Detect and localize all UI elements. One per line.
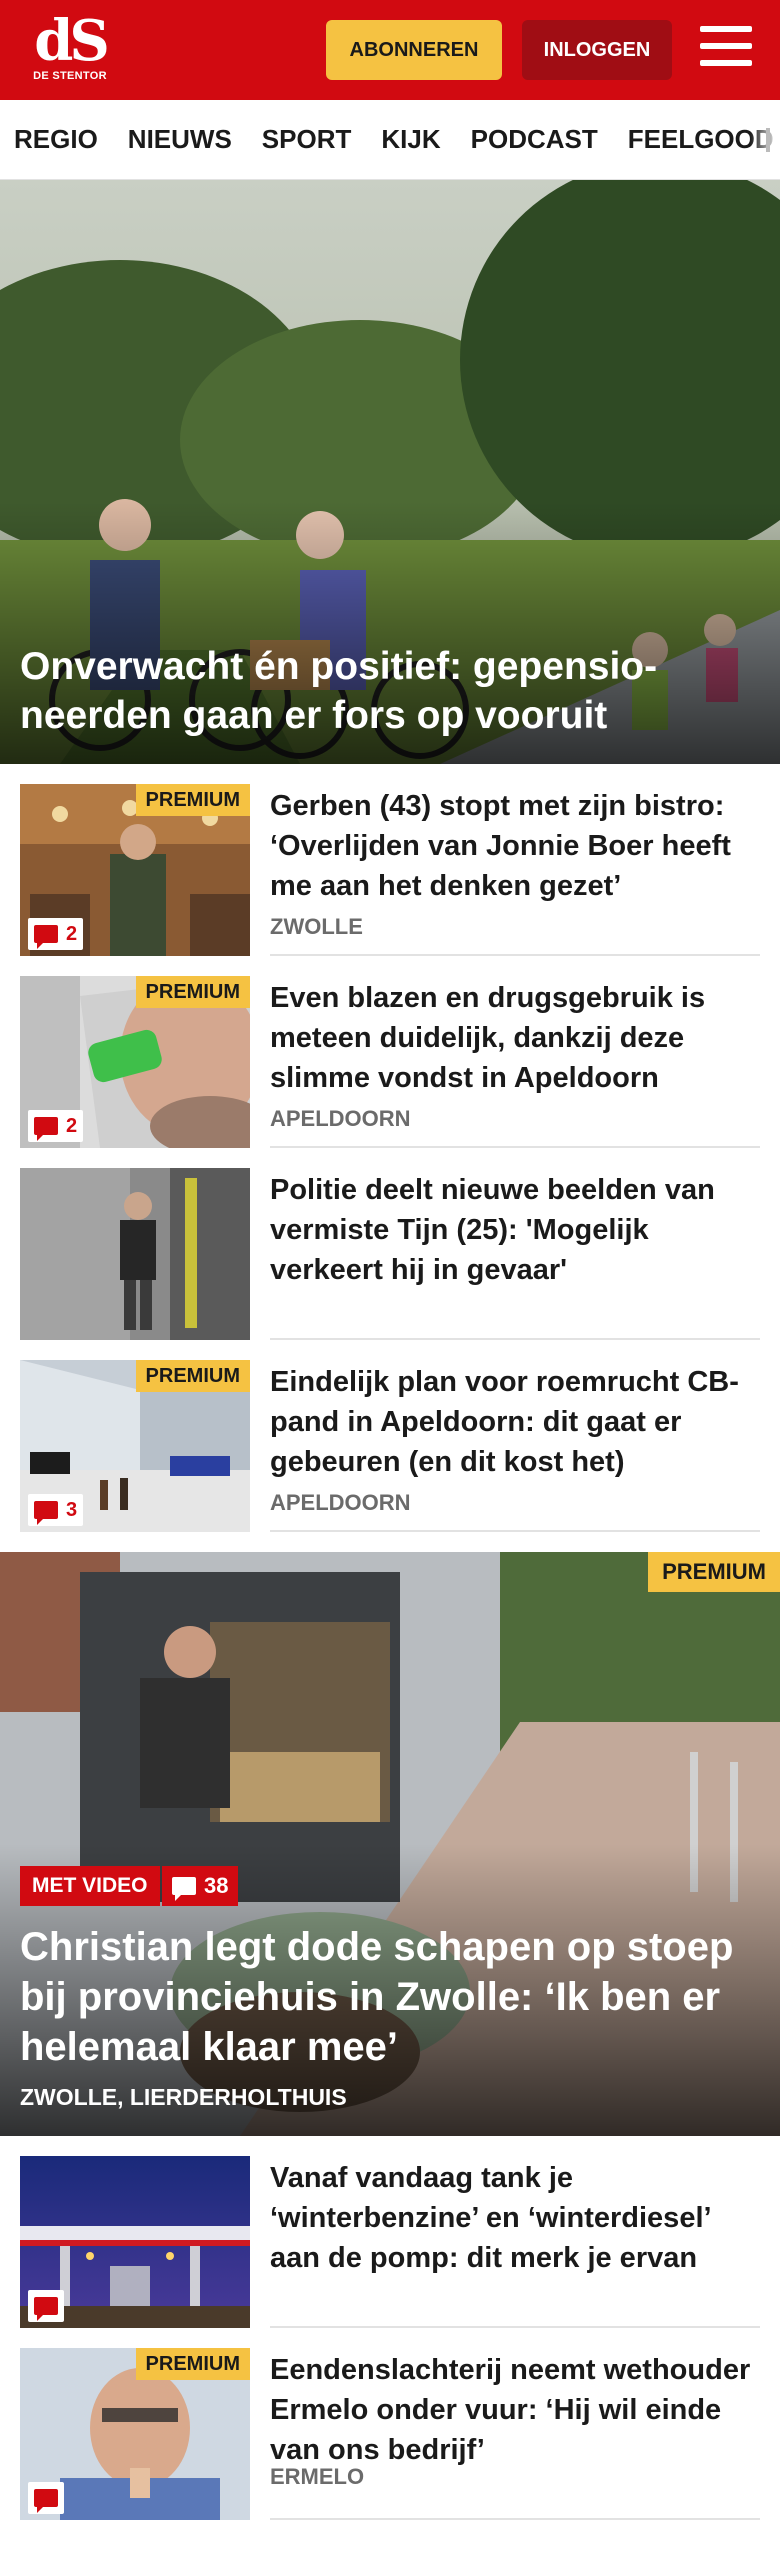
premium-badge: PREMIUM xyxy=(135,976,250,1008)
article-thumbnail: PREMIUM 2 xyxy=(20,784,250,956)
login-button[interactable]: INLOGGEN xyxy=(522,20,672,80)
feature-article[interactable]: PREMIUM MET VIDEO 38 Christian legt dode… xyxy=(0,1552,780,2136)
article-title[interactable]: Eindelijk plan voor roemrucht CB-pand in… xyxy=(270,1362,760,1482)
article-item[interactable]: Politie deelt nieuwe beelden van vermist… xyxy=(0,1148,780,1340)
comment-count-badge[interactable]: 2 xyxy=(28,1110,84,1142)
nav-item-kijk[interactable]: KIJK xyxy=(381,124,440,155)
comment-icon xyxy=(34,2489,58,2513)
comment-icon xyxy=(34,1501,58,1525)
article-location: ERMELO xyxy=(270,2464,365,2489)
article-item[interactable]: PREMIUM 2 Even blazen en drugsgebruik is… xyxy=(0,956,780,1148)
comment-count-badge[interactable]: 3 xyxy=(28,1494,84,1526)
premium-badge: PREMIUM xyxy=(135,1360,250,1392)
premium-badge: PREMIUM xyxy=(648,1552,780,1592)
comment-count-badge[interactable] xyxy=(28,2290,64,2322)
comment-icon xyxy=(34,925,58,949)
comment-icon xyxy=(34,1117,58,1141)
article-title[interactable]: Politie deelt nieuwe beelden van vermist… xyxy=(270,1170,760,1290)
comment-count: 38 xyxy=(204,1873,229,1898)
comment-icon xyxy=(34,2297,58,2321)
article-title[interactable]: Even blazen en drugsgebruik is meteen du… xyxy=(270,978,760,1098)
premium-badge: PREMIUM xyxy=(135,2348,250,2380)
site-logo[interactable]: dS DE STENTOR xyxy=(28,12,112,88)
video-badge: MET VIDEO xyxy=(20,1866,160,1906)
comment-icon xyxy=(172,1877,196,1901)
article-location: APELDOORN xyxy=(270,1490,411,1515)
article-thumbnail xyxy=(20,1168,250,1340)
article-location: APELDOORN xyxy=(270,1106,411,1131)
article-thumbnail xyxy=(20,2156,250,2328)
menu-icon[interactable] xyxy=(700,26,752,72)
article-image xyxy=(20,1168,250,1340)
feature-location: ZWOLLE, LIERDERHOLTHUIS xyxy=(20,2084,347,2110)
nav-overflow-indicator xyxy=(766,128,770,152)
nav-fade xyxy=(750,100,780,179)
article-item[interactable]: Vanaf vandaag tank je ‘winterbenzine’ en… xyxy=(0,2136,780,2328)
article-thumbnail: PREMIUM 3 xyxy=(20,1360,250,1532)
article-item[interactable]: PREMIUM 3 Eindelijk plan voor roemrucht … xyxy=(0,1340,780,1532)
comment-count-badge[interactable]: 2 xyxy=(28,918,84,950)
section-nav: REGIO NIEUWS SPORT KIJK PODCAST FEELGOOD xyxy=(0,100,780,180)
comment-count: 2 xyxy=(66,922,78,945)
article-item[interactable]: PREMIUM Eendenslachterij neemt wethouder… xyxy=(0,2328,780,2520)
article-title[interactable]: Gerben (43) stopt met zijn bistro: ‘Over… xyxy=(270,786,760,906)
nav-item-nieuws[interactable]: NIEUWS xyxy=(128,124,232,155)
premium-badge: PREMIUM xyxy=(135,784,250,816)
hero-article[interactable]: Onverwacht én positief: gepensio­neerden… xyxy=(0,180,780,764)
article-title[interactable]: Vanaf vandaag tank je ‘winterbenzine’ en… xyxy=(270,2158,760,2278)
subscribe-button[interactable]: ABONNEREN xyxy=(326,20,502,80)
comment-count: 3 xyxy=(66,1498,78,1521)
feature-headline[interactable]: Christian legt dode schapen op stoep bij… xyxy=(20,1922,760,2072)
nav-item-regio[interactable]: REGIO xyxy=(14,124,98,155)
nav-item-podcast[interactable]: PODCAST xyxy=(471,124,598,155)
divider xyxy=(270,1530,760,1532)
nav-item-sport[interactable]: SPORT xyxy=(262,124,352,155)
hero-headline[interactable]: Onverwacht én positief: gepensio­neerden… xyxy=(20,642,720,740)
logo-subtitle: DE STENTOR xyxy=(33,70,107,82)
article-thumbnail: PREMIUM 2 xyxy=(20,976,250,1148)
comment-count-badge[interactable]: 38 xyxy=(162,1866,239,1906)
site-header: dS DE STENTOR ABONNEREN INLOGGEN xyxy=(0,0,780,100)
divider xyxy=(270,2518,760,2520)
comment-count: 2 xyxy=(66,1114,78,1137)
comment-count-badge[interactable] xyxy=(28,2482,64,2514)
logo-mark: dS xyxy=(34,8,110,74)
article-title[interactable]: Eendenslachterij neemt wethouder Ermelo … xyxy=(270,2350,760,2470)
article-location: ZWOLLE xyxy=(270,914,363,939)
article-thumbnail: PREMIUM xyxy=(20,2348,250,2520)
article-item[interactable]: PREMIUM 2 Gerben (43) stopt met zijn bis… xyxy=(0,764,780,956)
